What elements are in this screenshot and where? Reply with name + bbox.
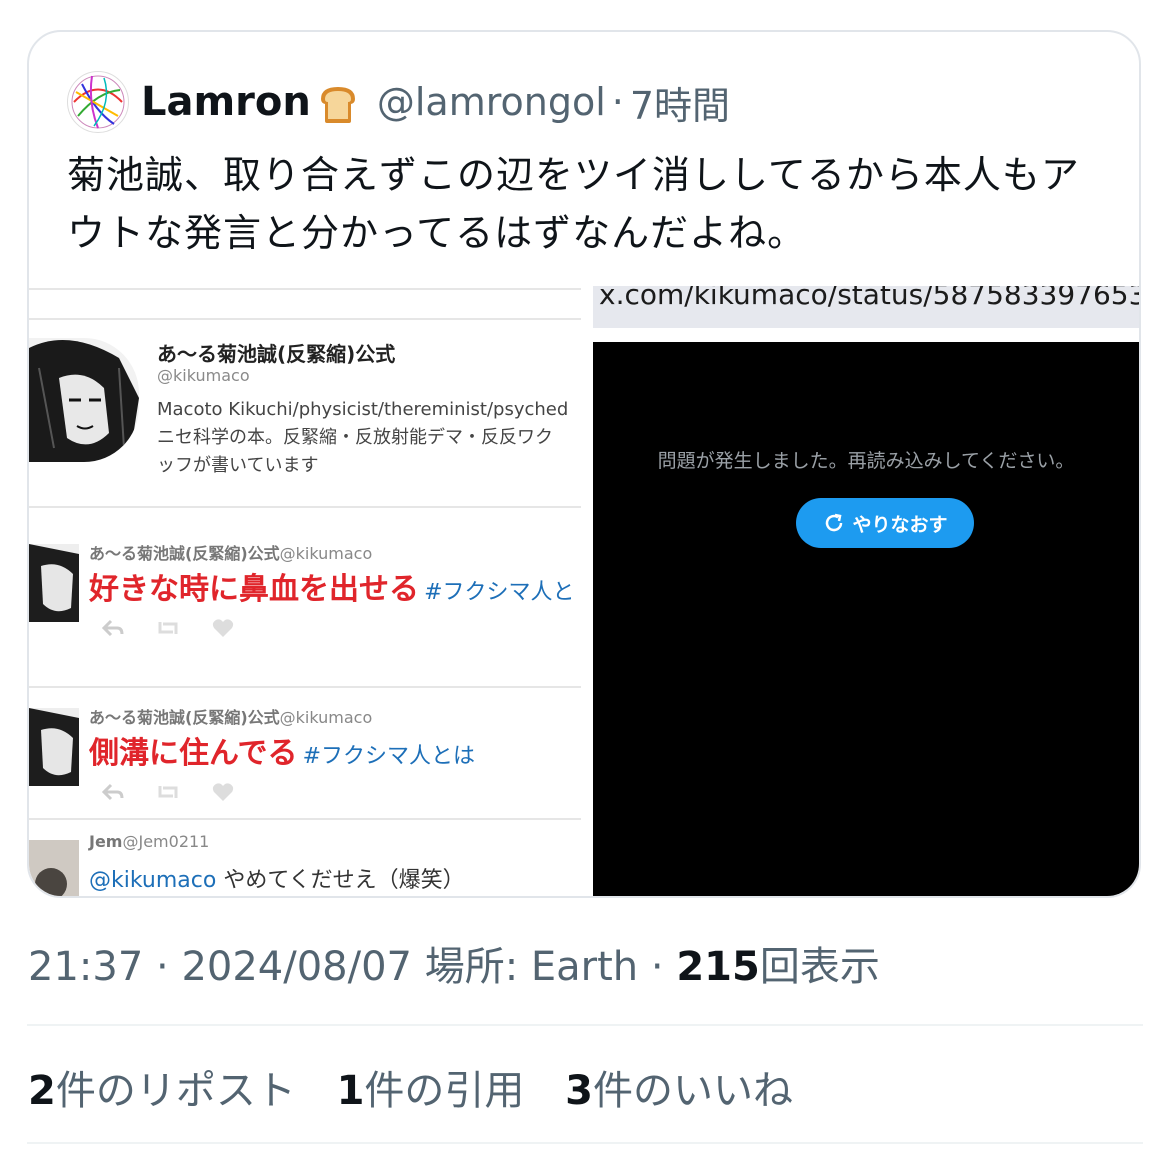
url-bar: x.com/kikumaco/status/587583397653946 [593,286,1139,328]
tweet-handle: @kikumaco [279,544,373,563]
error-panel: 問題が発生しました。再読み込みしてください。 やりなおす [593,342,1139,896]
error-message: 問題が発生しました。再読み込みしてください。 [657,450,1075,472]
divider [27,1024,1143,1026]
divider [29,686,581,688]
attached-screenshot[interactable]: あ〜る菊池誠(反緊縮)公式 @kikumaco Macoto Kikuchi/p… [29,286,1139,896]
tweet-actions [101,618,235,642]
tweet-body: @kikumaco やめてくだせえ（爆笑） [89,862,465,894]
heart-icon [211,618,235,642]
bread-emoji-icon [315,81,357,123]
tweet-handle: @Jem0211 [122,832,210,851]
divider [29,818,581,820]
tweet-body: 好きな時に鼻血を出せる #フクシマ人と [89,564,575,608]
tweet-text: やめてくだせえ（爆笑） [216,868,465,893]
tweet-time[interactable]: 21:37 [28,944,143,990]
tweet-actions [101,782,235,806]
bio-line: Macoto Kikuchi/physicist/thereminist/psy… [157,399,569,420]
tweet-author: あ〜る菊池誠(反緊縮)公式 [89,544,280,563]
likes-link[interactable]: 3件のいいね [565,1068,793,1114]
likes-label: 件のいいね [592,1068,793,1114]
url-text: x.com/kikumaco/status/587583397653946 [599,286,1139,311]
profile-name: あ〜る菊池誠(反緊縮)公式 [157,342,396,366]
quoted-tweet-text: 菊池誠、取り合えずこの辺をツイ消ししてるから本人もアウトな発言と分かってるはずな… [67,153,1080,255]
handle[interactable]: @lamrongol [377,80,606,124]
tweet-avatar [29,708,79,786]
engagement-stats: 2件のリポスト 1件の引用 3件のいいね [28,1058,821,1116]
divider [29,318,581,320]
quotes-link[interactable]: 1件の引用 [337,1068,525,1114]
tweet-author: あ〜る菊池誠(反緊縮)公式 [89,708,280,727]
profile-handle: @kikumaco [157,366,250,385]
tweet-handle: @kikumaco [279,708,373,727]
divider [29,506,581,508]
reposts-label: 件のリポスト [55,1068,296,1114]
divider [27,1142,1143,1144]
quotes-count: 1 [336,1068,365,1114]
tweet-body: 側溝に住んでる #フクシマ人とは [89,728,475,772]
refresh-icon [826,513,843,532]
reposts-link[interactable]: 2件のリポスト [28,1068,296,1114]
likes-count: 3 [565,1068,593,1114]
tweet-avatar [29,840,79,896]
quotes-label: 件の引用 [364,1068,525,1114]
divider [29,288,581,290]
profile-avatar [29,338,139,462]
bio-line: ニセ科学の本。反緊縮・反放射能デマ・反反ワク [157,427,553,448]
hashtag: #フクシマ人とは [302,744,476,769]
tweet-author: Jem [89,832,123,851]
heart-icon [211,782,235,806]
retweet-icon [155,782,181,806]
reply-icon [101,782,125,806]
quoted-tweet-card[interactable]: Lamron @lamrongol · 7時間 菊池誠、取り合えずこの辺をツイ消… [27,30,1141,898]
tweet-header: あ〜る菊池誠(反緊縮)公式@kikumaco [89,704,372,728]
quoted-tweet-header: Lamron @lamrongol · 7時間 [67,71,730,133]
retry-button: やりなおす [796,498,974,548]
display-name[interactable]: Lamron [141,79,311,125]
tweet-header: Jem@Jem0211 [89,832,209,851]
tweet-red-text: 好きな時に鼻血を出せる [89,572,419,607]
avatar[interactable] [67,71,129,133]
hashtag: #フクシマ人と [424,580,575,605]
tweet-date[interactable]: 2024/08/07 [181,944,412,990]
views-count: 215 [676,944,760,990]
tweet-header: あ〜る菊池誠(反緊縮)公式@kikumaco [89,540,372,564]
reply-icon [101,618,125,642]
retry-label: やりなおす [852,513,948,536]
reposts-count: 2 [28,1068,56,1114]
profile-bio: Macoto Kikuchi/physicist/thereminist/psy… [157,396,581,480]
timestamp[interactable]: 7時間 [630,75,730,130]
tweet-avatar [29,544,79,622]
separator: · [611,80,624,124]
views-label: 回表示 [759,944,880,990]
retweet-icon [155,618,181,642]
tweet-red-text: 側溝に住んでる [89,736,298,771]
screenshot-left-pane: あ〜る菊池誠(反緊縮)公式 @kikumaco Macoto Kikuchi/p… [29,286,581,896]
tweet-meta: 21:37 · 2024/08/07 場所: Earth · 215回表示 [28,944,880,990]
tweet-location: 場所: Earth [424,944,639,990]
bio-line: ッフが書いています [157,455,319,476]
mention: @kikumaco [89,868,217,893]
screenshot-right-pane: x.com/kikumaco/status/587583397653946 問題… [593,286,1139,896]
